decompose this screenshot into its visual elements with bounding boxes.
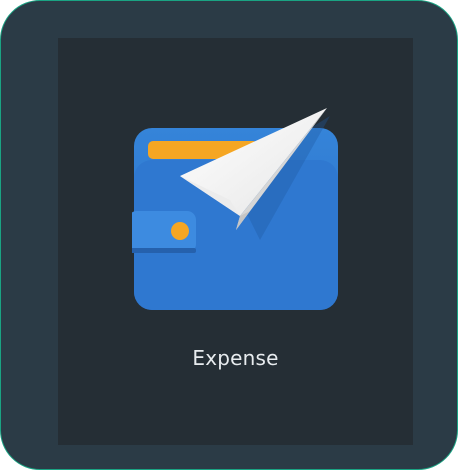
app-label[interactable]: Expense [58, 346, 413, 370]
wallet-with-paper-plane-icon[interactable] [128, 108, 342, 313]
wallet-button [171, 222, 189, 240]
